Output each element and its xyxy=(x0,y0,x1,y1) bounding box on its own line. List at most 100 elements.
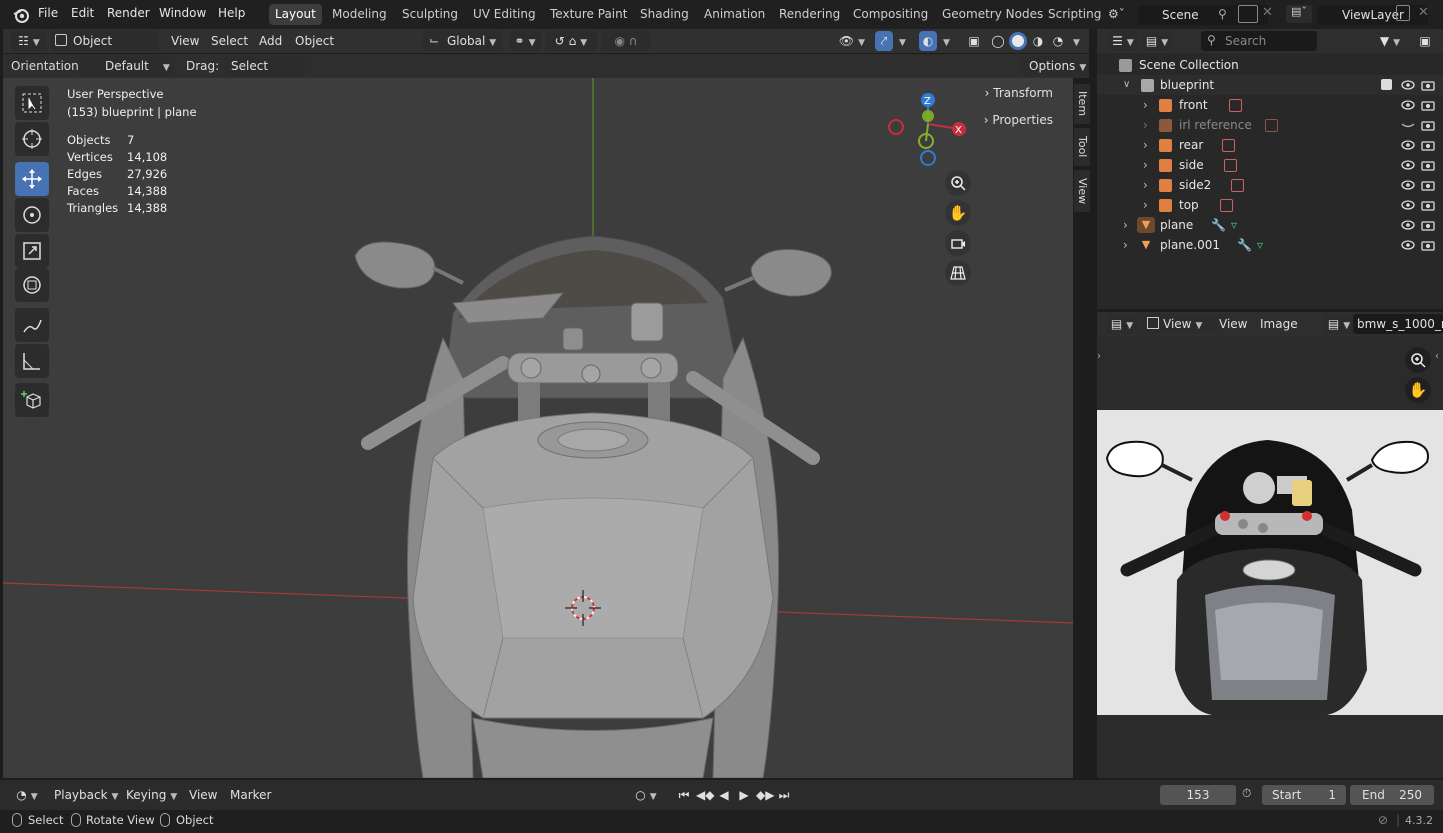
prev-keyframe-icon[interactable]: ◀◆ xyxy=(696,785,714,805)
options-dropdown[interactable]: Options ▼ xyxy=(1021,56,1089,76)
delete-view-layer-icon[interactable]: ✕ xyxy=(1418,5,1429,20)
pin-icon[interactable]: ⚲ xyxy=(1218,7,1227,21)
tab-shading[interactable]: Shading xyxy=(634,4,695,25)
filter-icon[interactable]: ▼ ▼ xyxy=(1377,31,1403,51)
timeline-editor-type-icon[interactable]: ◔ ▼ xyxy=(12,785,42,805)
rotate-tool[interactable] xyxy=(15,198,49,232)
exclude-checkbox[interactable] xyxy=(1381,79,1392,90)
tab-layout[interactable]: Layout xyxy=(269,4,322,25)
auto-keying-icon[interactable]: ○ ▼ xyxy=(628,785,664,805)
expand-chevron-icon[interactable]: ∨ xyxy=(1123,75,1130,95)
outliner-row-irl-reference[interactable]: › irl reference xyxy=(1097,115,1443,135)
playback-dropdown[interactable]: Playback ▼ xyxy=(48,785,118,805)
keying-dropdown[interactable]: Keying ▼ xyxy=(120,785,180,805)
eye-icon[interactable] xyxy=(1401,78,1415,92)
menu-window[interactable]: Window xyxy=(159,6,206,20)
expand-chevron-icon[interactable]: › xyxy=(1143,195,1148,215)
sidebar-expand-icon[interactable]: › xyxy=(1097,351,1101,362)
select-box-tool[interactable] xyxy=(15,86,49,120)
expand-chevron-icon[interactable]: › xyxy=(1143,135,1148,155)
xray-toggle-icon[interactable]: ▣ xyxy=(965,31,983,51)
marker-menu[interactable]: Marker xyxy=(230,785,271,805)
image-browse-icon[interactable]: ▤ ▼ xyxy=(1323,314,1355,334)
zoom-icon[interactable] xyxy=(945,170,971,196)
camera-view-icon[interactable] xyxy=(945,230,971,256)
pivot-point-icon[interactable]: ⚭ ▼ xyxy=(509,31,541,51)
eye-icon[interactable] xyxy=(1401,198,1415,212)
scene-selector-icon[interactable]: ⚙ˇ xyxy=(1108,7,1136,23)
tab-geometry-nodes[interactable]: Geometry Nodes xyxy=(936,4,1049,25)
image-zoom-icon[interactable] xyxy=(1405,347,1431,373)
expand-chevron-icon[interactable]: › xyxy=(1143,155,1148,175)
image-menu[interactable]: Image xyxy=(1260,314,1298,334)
new-scene-icon[interactable] xyxy=(1238,5,1258,23)
menu-file[interactable]: File xyxy=(38,6,58,20)
gizmo-toggle-icon[interactable]: ⤤ xyxy=(875,31,893,51)
tab-uv-editing[interactable]: UV Editing xyxy=(467,4,542,25)
transform-tool[interactable] xyxy=(15,268,49,302)
camera-icon[interactable] xyxy=(1421,178,1435,192)
visibility-icon[interactable]: 👁 ▼ xyxy=(837,31,867,51)
eye-icon[interactable] xyxy=(1401,238,1415,252)
expand-chevron-icon[interactable]: › xyxy=(1143,95,1148,115)
eye-icon[interactable] xyxy=(1401,178,1415,192)
expand-chevron-icon[interactable]: › xyxy=(1143,115,1148,135)
camera-icon[interactable] xyxy=(1421,118,1435,132)
orientation-dropdown[interactable]: Default ▼ xyxy=(79,56,175,76)
view-layer-icon[interactable]: ▤ˇ xyxy=(1286,5,1312,23)
timeline-view-menu[interactable]: View xyxy=(189,785,217,805)
properties-panel-toggle[interactable]: › Properties xyxy=(984,113,1053,127)
next-keyframe-icon[interactable]: ◆▶ xyxy=(756,785,774,805)
camera-icon[interactable] xyxy=(1421,238,1435,252)
view-menu[interactable]: View xyxy=(171,31,199,51)
tab-item[interactable]: Item xyxy=(1074,84,1091,124)
annotate-tool[interactable] xyxy=(15,308,49,342)
tab-modeling[interactable]: Modeling xyxy=(326,4,393,25)
eye-closed-icon[interactable] xyxy=(1401,118,1415,132)
outliner-editor-type-icon[interactable]: ☰ ▼ xyxy=(1109,31,1137,51)
mode-dropdown[interactable]: Object Mode▼ xyxy=(51,31,159,68)
expand-chevron-icon[interactable]: › xyxy=(1143,175,1148,195)
outliner-search-input[interactable]: Search xyxy=(1201,31,1317,51)
overlay-toggle-icon[interactable]: ◐ xyxy=(919,31,937,51)
material-preview-icon[interactable]: ◑ xyxy=(1029,31,1047,51)
stopwatch-icon[interactable]: ⏱ xyxy=(1242,786,1251,801)
outliner-row-rear[interactable]: › rear xyxy=(1097,135,1443,155)
menu-render[interactable]: Render xyxy=(107,6,150,20)
transform-panel-toggle[interactable]: › Transform xyxy=(985,86,1053,100)
tab-tool[interactable]: Tool xyxy=(1074,128,1091,166)
camera-icon[interactable] xyxy=(1421,78,1435,92)
image-editor-type-icon[interactable]: ▤ ▼ xyxy=(1107,314,1137,334)
pan-hand-icon[interactable]: ✋ xyxy=(945,200,971,226)
tab-scripting[interactable]: Scripting xyxy=(1042,4,1107,25)
tab-texture-paint[interactable]: Texture Paint xyxy=(544,4,633,25)
add-menu[interactable]: Add xyxy=(259,31,282,51)
scale-tool[interactable] xyxy=(15,234,49,268)
area-divider[interactable] xyxy=(1097,309,1443,312)
gizmo-dropdown-icon[interactable]: ▼ xyxy=(895,31,906,51)
menu-edit[interactable]: Edit xyxy=(71,6,94,20)
outliner-row-blueprint[interactable]: ∨ blueprint xyxy=(1097,75,1443,95)
eye-icon[interactable] xyxy=(1401,158,1415,172)
shading-dropdown-icon[interactable]: ▼ xyxy=(1069,31,1080,51)
solid-shading-icon[interactable] xyxy=(1009,32,1027,50)
image-view-menu[interactable]: View xyxy=(1219,314,1247,334)
measure-tool[interactable] xyxy=(15,344,49,378)
wireframe-shading-icon[interactable]: ◯ xyxy=(989,31,1007,51)
expand-chevron-icon[interactable]: › xyxy=(1123,215,1128,235)
jump-end-icon[interactable]: ⏭ xyxy=(776,785,792,805)
play-icon[interactable]: ▶ xyxy=(736,785,752,805)
snap-icon[interactable]: ↺ ⌂ ▼ xyxy=(545,31,597,51)
overlay-dropdown-icon[interactable]: ▼ xyxy=(939,31,950,51)
tab-animation[interactable]: Animation xyxy=(698,4,771,25)
editor-type-button[interactable]: ☷ ▼ xyxy=(11,31,47,51)
select-menu[interactable]: Select xyxy=(211,31,248,51)
eye-icon[interactable] xyxy=(1401,98,1415,112)
start-frame-field[interactable]: Start 1 xyxy=(1262,785,1346,805)
3d-viewport[interactable]: User Perspective (153) blueprint | plane… xyxy=(3,78,1073,778)
image-pan-hand-icon[interactable]: ✋ xyxy=(1405,377,1431,403)
menu-help[interactable]: Help xyxy=(218,6,245,20)
outliner-row-top[interactable]: › top xyxy=(1097,195,1443,215)
outliner-row-side2[interactable]: › side2 xyxy=(1097,175,1443,195)
outliner-row-plane-001[interactable]: › ▼ plane.001 🔧 ▿ xyxy=(1097,235,1443,255)
